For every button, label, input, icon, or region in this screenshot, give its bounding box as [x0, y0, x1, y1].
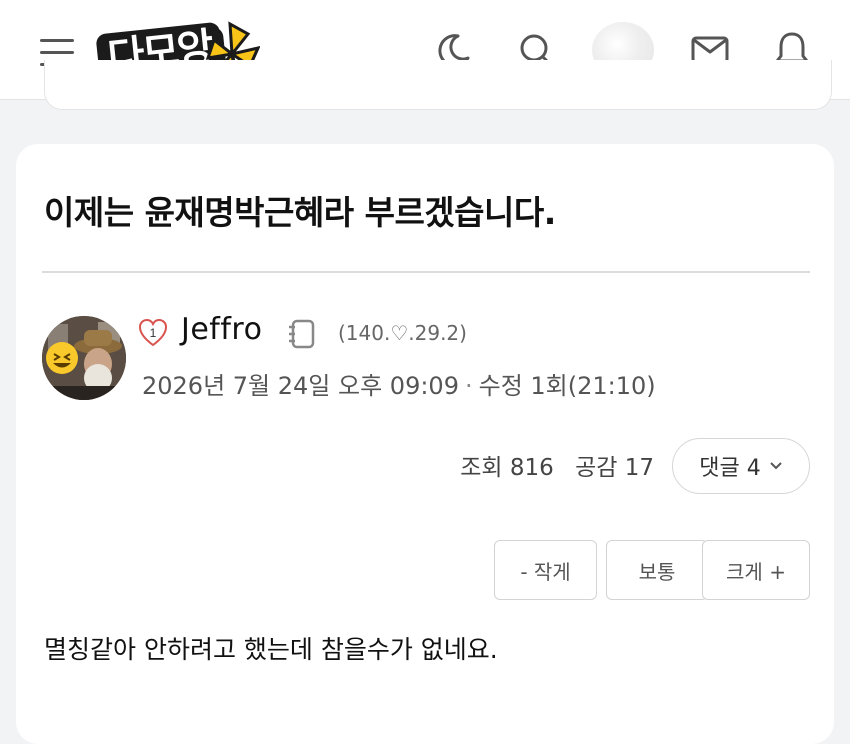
level-heart-icon: 1	[138, 318, 168, 347]
font-normal-button[interactable]: 보통	[606, 540, 708, 600]
memo-icon[interactable]	[287, 318, 317, 350]
post-card: 이제는 윤재명박근혜라 부르겠습니다. 1 Jeffro (140.♡.29.2…	[16, 144, 834, 744]
font-large-button[interactable]: 크게 +	[702, 540, 810, 600]
avatar-image	[42, 316, 126, 400]
author-nickname[interactable]: Jeffro	[181, 312, 262, 347]
edit-info: 수정 1회(21:10)	[478, 372, 656, 400]
post-stats: 조회 816 공감 17	[446, 448, 654, 482]
separator-dot: ·	[464, 372, 473, 400]
svg-text:1: 1	[150, 326, 157, 340]
post-body: 멸칭같아 안하려고 했는데 참을수가 없네요.	[44, 635, 498, 664]
author-avatar[interactable]	[42, 316, 126, 400]
post-title: 이제는 윤재명박근혜라 부르겠습니다.	[44, 193, 556, 232]
font-small-button[interactable]: - 작게	[494, 540, 597, 600]
post-date-line: 2026년 7월 24일 오후 09:09 · 수정 1회(21:10)	[142, 366, 656, 401]
view-count: 조회 816	[460, 455, 554, 481]
comment-button[interactable]: 댓글 4	[672, 438, 810, 494]
comment-button-label: 댓글 4	[699, 456, 761, 481]
chevron-down-icon	[770, 462, 782, 470]
previous-card-edge	[44, 60, 832, 110]
like-count: 공감 17	[575, 455, 654, 481]
author-ip: (140.♡.29.2)	[338, 321, 467, 345]
post-date: 2026년 7월 24일 오후 09:09	[142, 372, 459, 400]
title-divider	[42, 271, 810, 273]
